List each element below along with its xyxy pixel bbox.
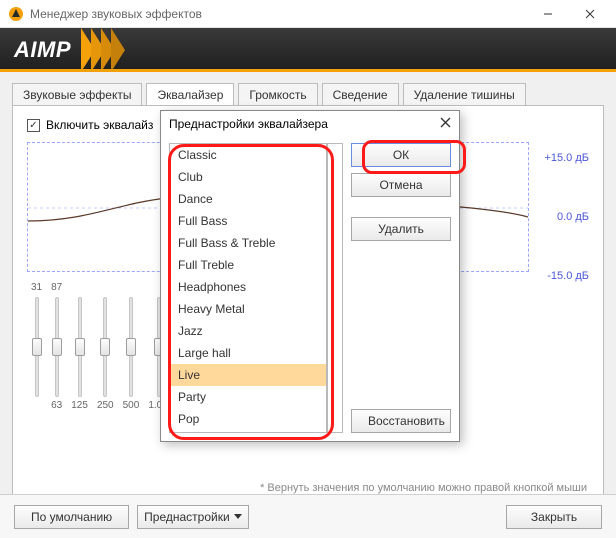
eq-slider[interactable]: 250	[97, 282, 114, 412]
presets-listbox[interactable]: ClassicClubDanceFull BassFull Bass & Tre…	[169, 143, 327, 433]
dialog-titlebar: Преднастройки эквалайзера	[161, 111, 459, 137]
preset-item[interactable]: Live	[170, 364, 326, 386]
default-button[interactable]: По умолчанию	[14, 505, 129, 529]
close-button[interactable]	[568, 3, 612, 25]
app-header: AIMP	[0, 28, 616, 72]
chevron-decoration	[81, 28, 121, 72]
preset-item[interactable]: Headphones	[170, 276, 326, 298]
preset-item[interactable]: Classic	[170, 144, 326, 166]
dialog-close-icon[interactable]	[440, 117, 451, 131]
presets-dialog: Преднастройки эквалайзера ClassicClubDan…	[160, 110, 460, 442]
ok-button[interactable]: ОК	[351, 143, 451, 167]
tab-mixing[interactable]: Сведение	[322, 83, 399, 106]
check-icon: ✓	[27, 119, 40, 132]
preset-item[interactable]: Pop	[170, 408, 326, 430]
presets-button[interactable]: Преднастройки	[137, 505, 249, 529]
preset-item[interactable]: Full Bass & Treble	[170, 232, 326, 254]
preset-item[interactable]: Dance	[170, 188, 326, 210]
preset-item[interactable]: Jazz	[170, 320, 326, 342]
dialog-title: Преднастройки эквалайзера	[169, 117, 440, 131]
presets-label: Преднастройки	[144, 510, 230, 524]
eq-slider[interactable]: 8763	[51, 282, 62, 412]
titlebar: Менеджер звуковых эффектов	[0, 0, 616, 28]
window-title: Менеджер звуковых эффектов	[30, 7, 528, 21]
tab-sound-effects[interactable]: Звуковые эффекты	[12, 83, 142, 106]
preset-item[interactable]: Club	[170, 166, 326, 188]
logo-text: AIMP	[14, 37, 71, 63]
slider-thumb[interactable]	[75, 338, 85, 356]
listbox-scrollbar[interactable]	[327, 143, 343, 433]
eq-slider[interactable]: 500	[123, 282, 140, 412]
delete-button[interactable]: Удалить	[351, 217, 451, 241]
close-button-bottom[interactable]: Закрыть	[506, 505, 602, 529]
minimize-button[interactable]	[528, 3, 568, 25]
tab-silence-removal[interactable]: Удаление тишины	[403, 83, 526, 106]
tab-volume[interactable]: Громкость	[238, 83, 317, 106]
enable-eq-label: Включить эквалайз	[46, 118, 153, 132]
preset-item[interactable]: Full Treble	[170, 254, 326, 276]
tab-equalizer[interactable]: Эквалайзер	[146, 83, 234, 106]
preset-item[interactable]: Full Bass	[170, 210, 326, 232]
footnote-text: * Вернуть значения по умолчанию можно пр…	[260, 482, 587, 494]
eq-slider[interactable]: 125	[71, 282, 88, 412]
tab-bar: Звуковые эффекты Эквалайзер Громкость Св…	[12, 82, 604, 105]
app-icon	[8, 6, 24, 22]
restore-button[interactable]: Восстановить	[351, 409, 451, 433]
preset-item[interactable]: Large hall	[170, 342, 326, 364]
preset-item[interactable]: Heavy Metal	[170, 298, 326, 320]
graph-scale: +15.0 дБ 0.0 дБ -15.0 дБ	[533, 152, 589, 282]
slider-thumb[interactable]	[100, 338, 110, 356]
slider-thumb[interactable]	[52, 338, 62, 356]
cancel-button[interactable]: Отмена	[351, 173, 451, 197]
slider-thumb[interactable]	[126, 338, 136, 356]
eq-slider[interactable]: 31	[31, 282, 42, 412]
chevron-down-icon	[234, 514, 242, 519]
bottom-bar: По умолчанию Преднастройки Закрыть	[0, 494, 616, 538]
slider-thumb[interactable]	[32, 338, 42, 356]
preset-item[interactable]: Party	[170, 386, 326, 408]
